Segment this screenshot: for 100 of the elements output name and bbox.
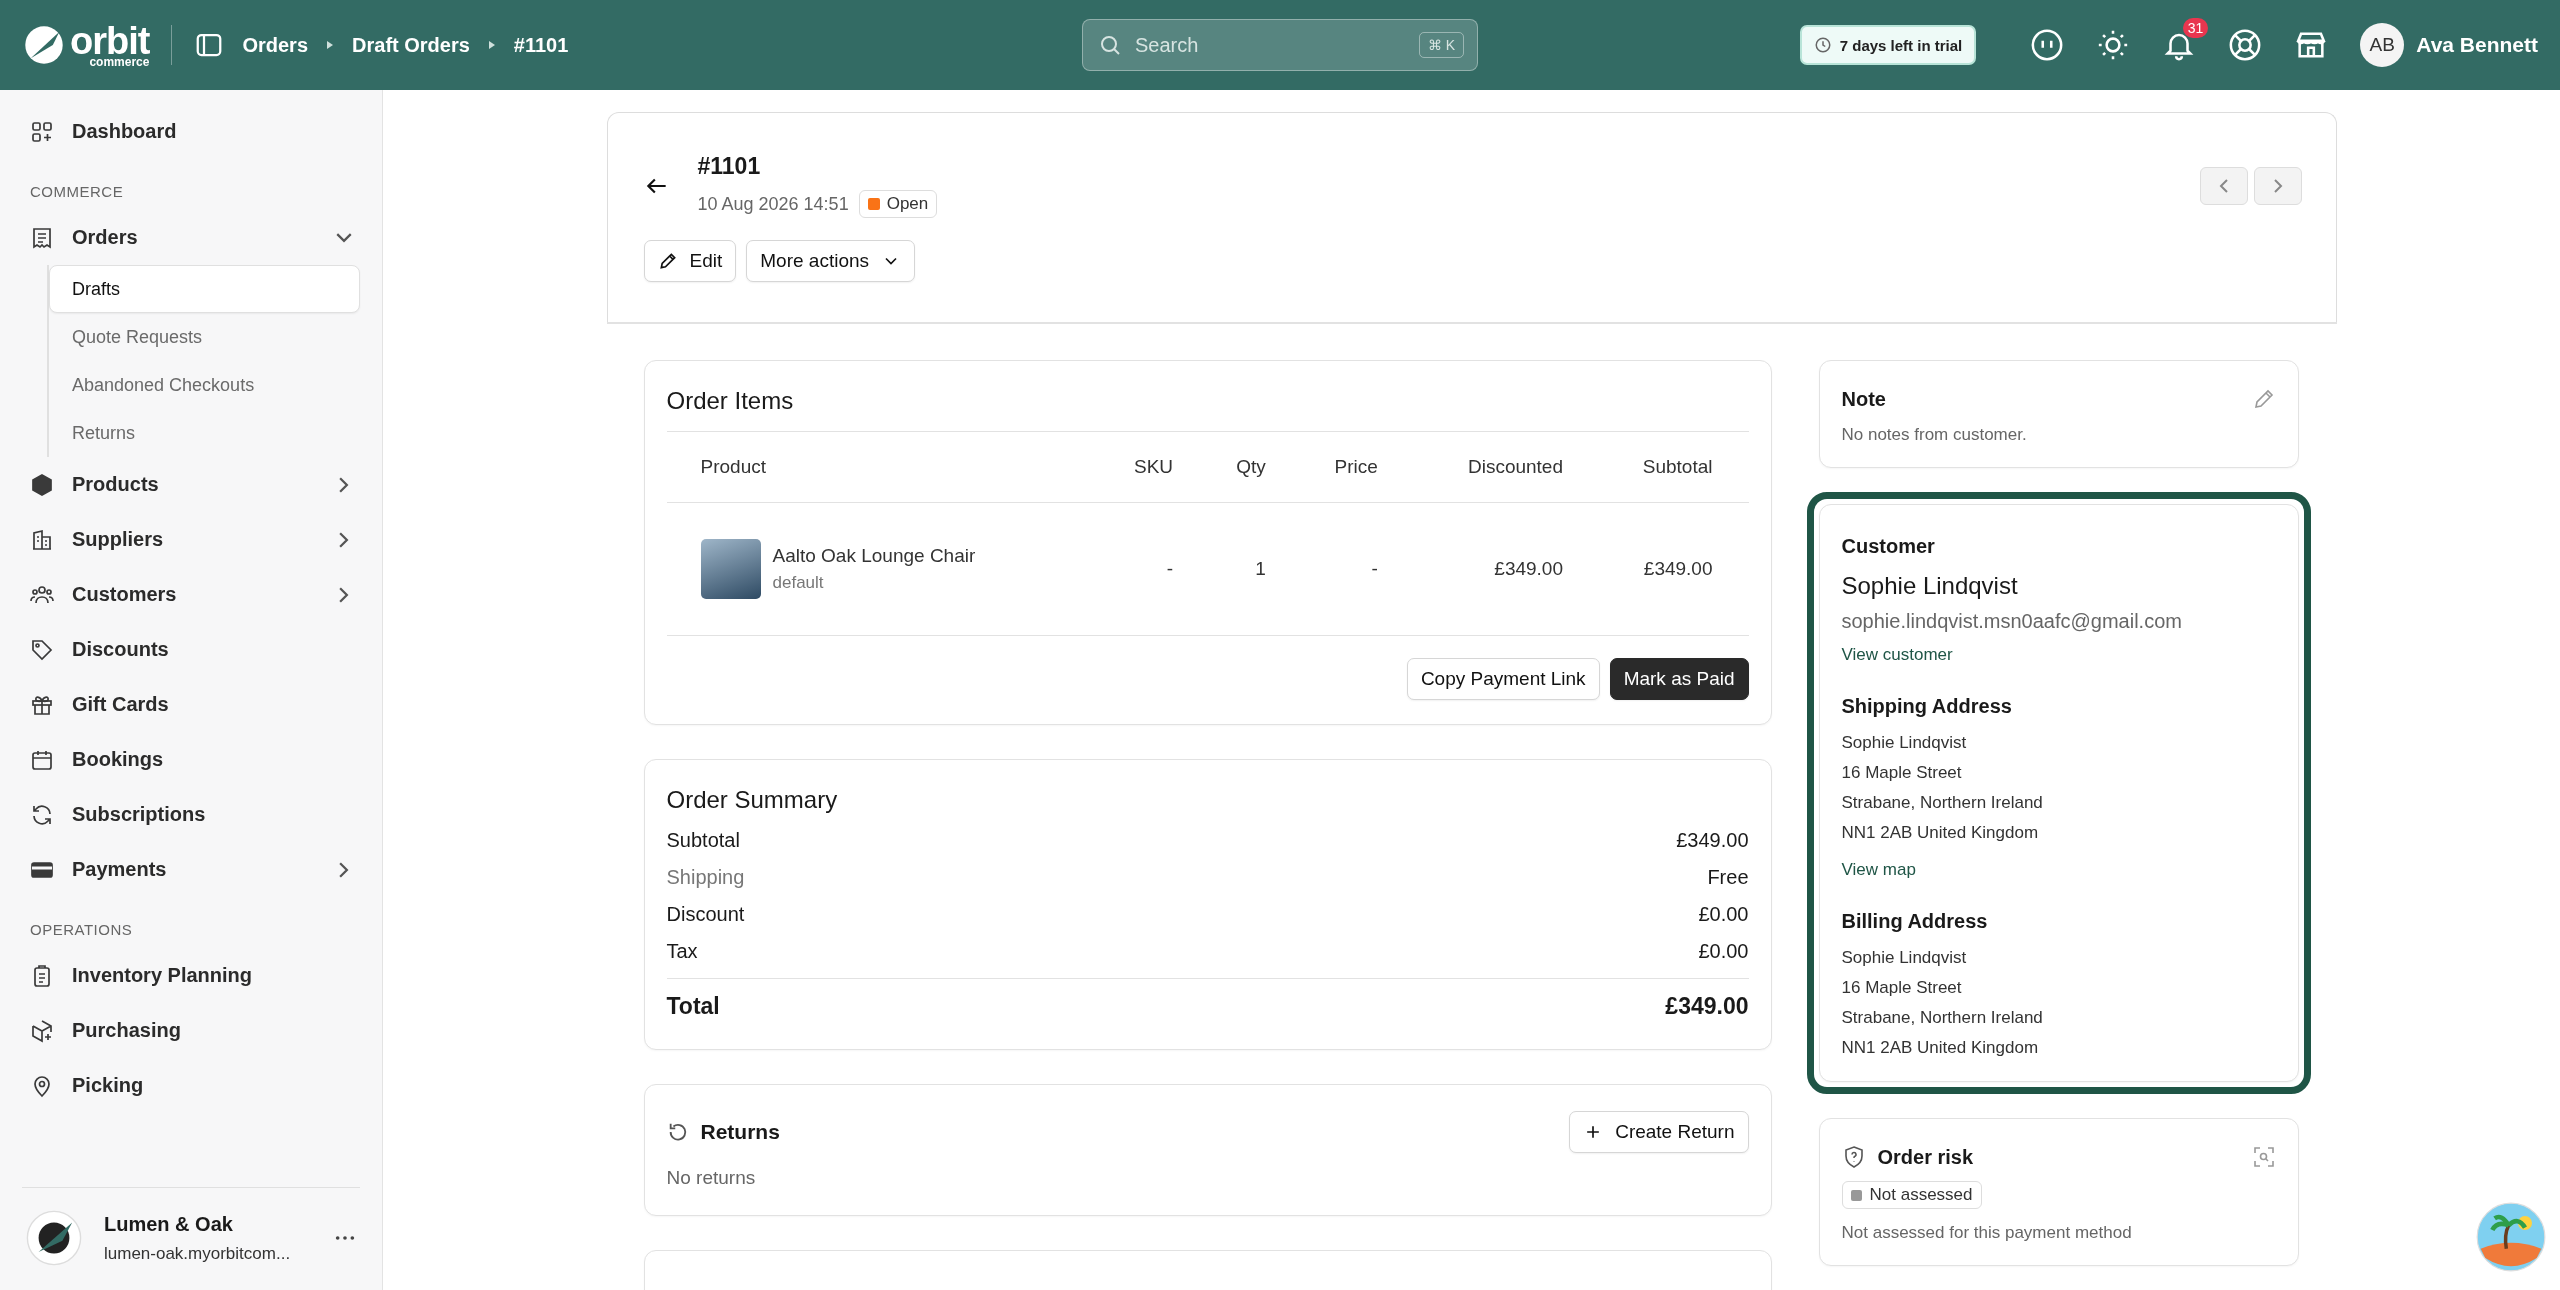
photo-placeholder (700, 539, 761, 599)
status-badge: Open (858, 190, 938, 218)
address-line: NN1 2AB United Kingdom (1841, 1037, 2040, 1059)
risk-status-badge: Not assessed (1841, 1181, 1982, 1209)
scan-icon[interactable] (2251, 1145, 2276, 1169)
sidebar-item[interactable]: Bookings (22, 732, 360, 787)
customer-name: Sophie Lindqvist (1841, 572, 2019, 600)
sidebar-item[interactable]: Suppliers (22, 512, 360, 567)
store-name: Lumen & Oak (104, 1212, 234, 1236)
address-line: Sophie Lindqvist (1841, 947, 1968, 969)
nav-icon (30, 225, 54, 250)
column-header: Discounted (1413, 431, 1599, 503)
sidebar-item[interactable]: Dashboard (22, 104, 360, 159)
customer-email: sophie.lindqvist.msn0aafc@gmail.com (1841, 610, 2183, 633)
column-header: Subtotal (1599, 431, 1749, 503)
summary-label: Tax (666, 940, 698, 963)
nav-icon (30, 1018, 54, 1043)
column-header: Price (1301, 431, 1414, 503)
sidebar-item[interactable]: Subscriptions (22, 787, 360, 842)
table-cell: £349.00 (1599, 502, 1749, 636)
create-return-button[interactable]: Create Return (1569, 1111, 1749, 1153)
sidebar-item[interactable]: Inventory Planning (22, 948, 360, 1003)
address-line: Strabane, Northern Ireland (1841, 792, 2044, 814)
user-name[interactable]: Ava Bennett (2416, 33, 2538, 57)
clock-icon (1813, 36, 1832, 54)
card-title: Order Items (666, 387, 795, 415)
risk-text: Not assessed for this payment method (1841, 1223, 2132, 1243)
search-icon (1098, 33, 1122, 57)
lifebuoy-icon[interactable] (2228, 28, 2263, 62)
address-line: Sophie Lindqvist (1841, 732, 1968, 754)
island-avatar-icon[interactable] (2476, 1202, 2546, 1272)
more-actions-button[interactable]: More actions (746, 240, 916, 282)
nav-icon (30, 119, 54, 144)
card-title: Customer (1841, 535, 1936, 558)
orbit-logo[interactable]: orbit commerce (22, 22, 150, 68)
sidebar-item[interactable]: Products (22, 457, 360, 512)
total-value: £349.00 (1665, 993, 1749, 1020)
summary-label: Shipping (666, 866, 745, 889)
trial-button[interactable]: 7 days left in trial (1799, 25, 1977, 65)
shortcut-hint: ⌘ K (1418, 32, 1464, 58)
user-avatar[interactable]: AB (2360, 23, 2405, 67)
address-line: Strabane, Northern Ireland (1841, 1007, 2044, 1029)
product-variant: default (772, 573, 825, 593)
nav-icon (30, 472, 54, 497)
edit-button[interactable]: Edit (643, 240, 737, 282)
chevron-left-icon (2219, 179, 2228, 193)
card-title: Order risk (1877, 1145, 1975, 1169)
sidebar-subitem[interactable]: Drafts (49, 265, 360, 313)
address-line: 16 Maple Street (1841, 762, 1963, 784)
summary-value: £0.00 (1698, 903, 1749, 926)
card-title: Returns (700, 1120, 781, 1144)
caret-icon (487, 40, 496, 50)
store-url: lumen-oak.myorbitcom... (104, 1243, 292, 1264)
sidebar-subitem[interactable]: Quote Requests (49, 313, 360, 361)
sidebar-item[interactable]: Customers (22, 567, 360, 622)
robot-face-icon[interactable] (2030, 28, 2065, 62)
notification-badge: 31 (2182, 18, 2209, 38)
breadcrumb-link[interactable]: Draft Orders (352, 33, 470, 57)
summary-value: £349.00 (1676, 829, 1749, 852)
mark-paid-button[interactable]: Mark as Paid (1609, 658, 1749, 700)
order-date: 10 Aug 2026 14:51 (697, 193, 849, 215)
store-logo-icon[interactable] (26, 1210, 82, 1266)
column-header: Qty (1209, 431, 1302, 503)
chevron-right-icon (2273, 179, 2282, 193)
sidebar-item[interactable]: Discounts (22, 622, 360, 677)
address-line: 16 Maple Street (1841, 977, 1963, 999)
sidebar-item[interactable]: Purchasing (22, 1003, 360, 1058)
view-customer-link[interactable]: View customer (1841, 645, 2276, 665)
nav-icon (30, 802, 54, 827)
empty-message: No returns (666, 1167, 757, 1189)
summary-label: Subtotal (666, 829, 740, 852)
section-label: COMMERCE (29, 182, 125, 202)
copy-link-button[interactable]: Copy Payment Link (1406, 658, 1600, 700)
address-line: NN1 2AB United Kingdom (1841, 822, 2040, 844)
breadcrumb-link[interactable]: Orders (242, 33, 309, 57)
card-title: Order Summary (666, 786, 839, 814)
sidebar-item[interactable]: Gift Cards (22, 677, 360, 732)
table-cell: 1 (1209, 502, 1302, 636)
summary-value: £0.00 (1698, 940, 1749, 963)
pencil-icon (657, 251, 678, 271)
view-map-link[interactable]: View map (1841, 860, 2276, 880)
sidebar-item[interactable]: Picking (22, 1058, 360, 1113)
product-name[interactable]: Aalto Oak Lounge Chair (772, 545, 976, 567)
table-cell: - (1102, 502, 1210, 636)
nav-icon (30, 527, 54, 552)
column-header: Product (666, 431, 1103, 503)
breadcrumb-link[interactable]: #1101 (513, 33, 569, 57)
sidebar-subitem[interactable]: Abandoned Checkouts (49, 361, 360, 409)
sidebar-item[interactable]: Orders (22, 210, 360, 265)
sidebar-subitem[interactable]: Returns (49, 409, 360, 457)
more-icon[interactable] (334, 1234, 356, 1242)
table-cell: - (1301, 502, 1414, 636)
section-label: OPERATIONS (29, 920, 134, 940)
caret-icon (326, 40, 335, 50)
summary-label: Discount (666, 903, 745, 926)
total-label: Total (666, 993, 720, 1020)
table-cell: £349.00 (1413, 502, 1599, 636)
sidebar-item[interactable]: Payments (22, 842, 360, 897)
address-title: Shipping Address (1841, 695, 2013, 718)
order-title: #1101 (697, 153, 762, 180)
